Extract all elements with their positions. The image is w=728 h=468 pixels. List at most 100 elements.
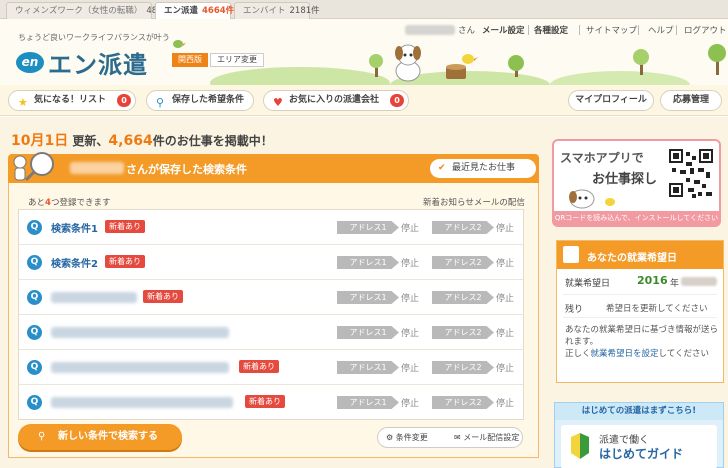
logo-text[interactable]: エン派遣 xyxy=(48,45,148,80)
address2-stop[interactable]: 停止 xyxy=(496,326,514,339)
condition-name-redacted[interactable] xyxy=(51,327,229,338)
address1-stop[interactable]: 停止 xyxy=(401,291,419,304)
favorites-list-button[interactable]: ★ 気になる！リスト 0 xyxy=(8,90,136,111)
new-badge: 新着あり xyxy=(239,360,279,373)
area-change-button[interactable]: エリア変更 xyxy=(210,53,264,67)
condition-name-link[interactable]: 検索条件1 xyxy=(51,220,98,235)
mail-settings-label: メール配信設定 xyxy=(463,433,520,442)
saved-conditions-button[interactable]: ⚲ 保存した希望条件 xyxy=(146,90,254,111)
app-download-banner[interactable]: スマホアプリで お仕事探し QRコードを読み込んで、インストールしてください xyxy=(552,139,721,227)
condition-name-link[interactable]: 検索条件2 xyxy=(51,255,98,270)
check-icon: ✔ xyxy=(438,163,446,173)
address1-toggle[interactable]: アドレス1 xyxy=(337,361,399,374)
my-profile-button[interactable]: マイプロフィール xyxy=(568,90,654,111)
wish-date-desc1: あなたの就業希望日に基づき情報が送られます。 xyxy=(565,325,719,347)
condition-name-redacted[interactable] xyxy=(51,362,229,373)
job-count-suffix: 件のお仕事を掲載中！ xyxy=(152,134,273,148)
search-icon: ⚲ xyxy=(156,96,165,109)
nav-settings[interactable]: 各種設定 xyxy=(534,24,568,36)
update-prompt: 希望日を更新してください xyxy=(606,304,708,314)
tab-en-baito[interactable]: エンバイト 2181件 xyxy=(234,2,320,19)
site-header: ちょうど良いワークライフバランスが叶う en エン派遣 関西版 エリア変更 さん… xyxy=(0,19,728,85)
dog-mascot-icon xyxy=(395,44,421,82)
address1-toggle[interactable]: アドレス1 xyxy=(337,326,399,339)
new-search-button[interactable]: ⚲ 新しい条件で検索する xyxy=(18,424,182,450)
condition-row[interactable]: Q 新着あり アドレス1 停止 アドレス2 停止 xyxy=(19,350,523,385)
first-time-header: はじめての派遣はまずこちら! xyxy=(555,403,723,420)
address1-toggle[interactable]: アドレス1 xyxy=(337,256,399,269)
change-condition-link[interactable]: ⚙ 条件変更 xyxy=(386,428,428,447)
remaining-suffix: つ登録できます xyxy=(50,198,111,208)
address1-stop[interactable]: 停止 xyxy=(401,361,419,374)
wish-date-label: 就業希望日 xyxy=(565,279,611,289)
divider xyxy=(528,25,529,35)
nav-logout[interactable]: ログアウト xyxy=(684,24,727,36)
address2-toggle[interactable]: アドレス2 xyxy=(432,221,494,234)
address1-toggle[interactable]: アドレス1 xyxy=(337,396,399,409)
logo-badge[interactable]: en xyxy=(16,52,44,73)
address1-stop[interactable]: 停止 xyxy=(401,326,419,339)
condition-settings-box: ⚙ 条件変更 ✉ メール配信設定 xyxy=(377,427,523,448)
search-icon: Q xyxy=(27,220,42,235)
wish-date-header: あなたの就業希望日 xyxy=(557,241,723,269)
condition-row[interactable]: Q 検索条件2 新着あり アドレス1 停止 アドレス2 停止 xyxy=(19,245,523,280)
nav-mail-settings[interactable]: メール設定 xyxy=(482,24,525,36)
beginner-mark-icon xyxy=(571,433,589,459)
search-icon: Q xyxy=(27,255,42,270)
remaining-slots-note: あと4つ登録できます xyxy=(28,196,110,208)
search-icon: Q xyxy=(27,290,42,305)
recently-viewed-button[interactable]: ✔ 最近見たお仕事 xyxy=(430,159,536,178)
condition-row[interactable]: Q アドレス1 停止 アドレス2 停止 xyxy=(19,315,523,350)
listing-announcement: 10月1日 更新、4,664件のお仕事を掲載中！ xyxy=(11,130,273,150)
first-time-guide-box[interactable]: はじめての派遣はまずこちら! 派遣で働く はじめてガイド xyxy=(554,402,724,468)
address2-stop[interactable]: 停止 xyxy=(496,291,514,304)
tab-label: エンバイト xyxy=(243,6,286,16)
tab-en-haken[interactable]: エン派遣 4664件 xyxy=(155,2,234,20)
address2-toggle[interactable]: アドレス2 xyxy=(432,326,494,339)
mail-settings-link[interactable]: ✉ メール配信設定 xyxy=(454,428,519,447)
first-time-line2: はじめてガイド xyxy=(599,447,684,461)
address2-stop[interactable]: 停止 xyxy=(496,256,514,269)
condition-name-redacted[interactable] xyxy=(51,292,137,303)
address2-stop[interactable]: 停止 xyxy=(496,361,514,374)
new-badge: 新着あり xyxy=(105,255,145,268)
new-search-label: 新しい条件で検索する xyxy=(58,431,158,442)
first-time-card[interactable]: 派遣で働く はじめてガイド xyxy=(561,425,717,468)
job-count: 4,664 xyxy=(108,133,153,149)
address2-toggle[interactable]: アドレス2 xyxy=(432,291,494,304)
user-name-redacted xyxy=(70,162,124,174)
condition-name-redacted[interactable] xyxy=(51,397,233,408)
saved-conditions-list: Q 検索条件1 新着あり アドレス1 停止 アドレス2 停止 Q 検索条件2 新… xyxy=(18,209,524,420)
mail-column-header: 新着お知らせメールの配信 xyxy=(423,198,525,208)
condition-row[interactable]: Q 検索条件1 新着あり アドレス1 停止 アドレス2 停止 xyxy=(19,210,523,245)
address1-toggle[interactable]: アドレス1 xyxy=(337,291,399,304)
favorites-count-badge: 0 xyxy=(117,94,131,107)
bird-icon xyxy=(462,54,478,64)
action-bar: ★ 気になる！リスト 0 ⚲ 保存した希望条件 ♥ お気に入りの派遣会社 0 マ… xyxy=(0,85,728,116)
address1-stop[interactable]: 停止 xyxy=(401,256,419,269)
address1-stop[interactable]: 停止 xyxy=(401,396,419,409)
nav-sitemap[interactable]: サイトマップ xyxy=(586,24,637,36)
set-wish-date-link[interactable]: 就業希望日を設定 xyxy=(591,349,659,359)
address2-stop[interactable]: 停止 xyxy=(496,221,514,234)
dog-mascot-icon xyxy=(569,189,615,209)
qr-code-icon xyxy=(668,148,714,200)
nav-help[interactable]: ヘルプ xyxy=(648,24,674,36)
address2-stop[interactable]: 停止 xyxy=(496,396,514,409)
applications-button[interactable]: 応募管理 xyxy=(660,90,722,111)
wish-date-desc2-suffix: してください xyxy=(658,349,710,359)
condition-row[interactable]: Q 新着あり アドレス1 停止 アドレス2 停止 xyxy=(19,385,523,420)
condition-row[interactable]: Q 新着あり アドレス1 停止 アドレス2 停止 xyxy=(19,280,523,315)
divider xyxy=(563,294,717,295)
tab-womens-work[interactable]: ウィメンズワーク（女性の転職）488件 xyxy=(6,2,171,19)
address2-toggle[interactable]: アドレス2 xyxy=(432,361,494,374)
address2-toggle[interactable]: アドレス2 xyxy=(432,396,494,409)
address1-toggle[interactable]: アドレス1 xyxy=(337,221,399,234)
update-date: 10月1日 xyxy=(11,133,69,149)
first-time-line1: 派遣で働く xyxy=(599,435,649,446)
user-name-redacted xyxy=(405,25,455,35)
address1-stop[interactable]: 停止 xyxy=(401,221,419,234)
new-badge: 新着あり xyxy=(105,220,145,233)
favorite-agencies-button[interactable]: ♥ お気に入りの派遣会社 0 xyxy=(263,90,409,111)
address2-toggle[interactable]: アドレス2 xyxy=(432,256,494,269)
